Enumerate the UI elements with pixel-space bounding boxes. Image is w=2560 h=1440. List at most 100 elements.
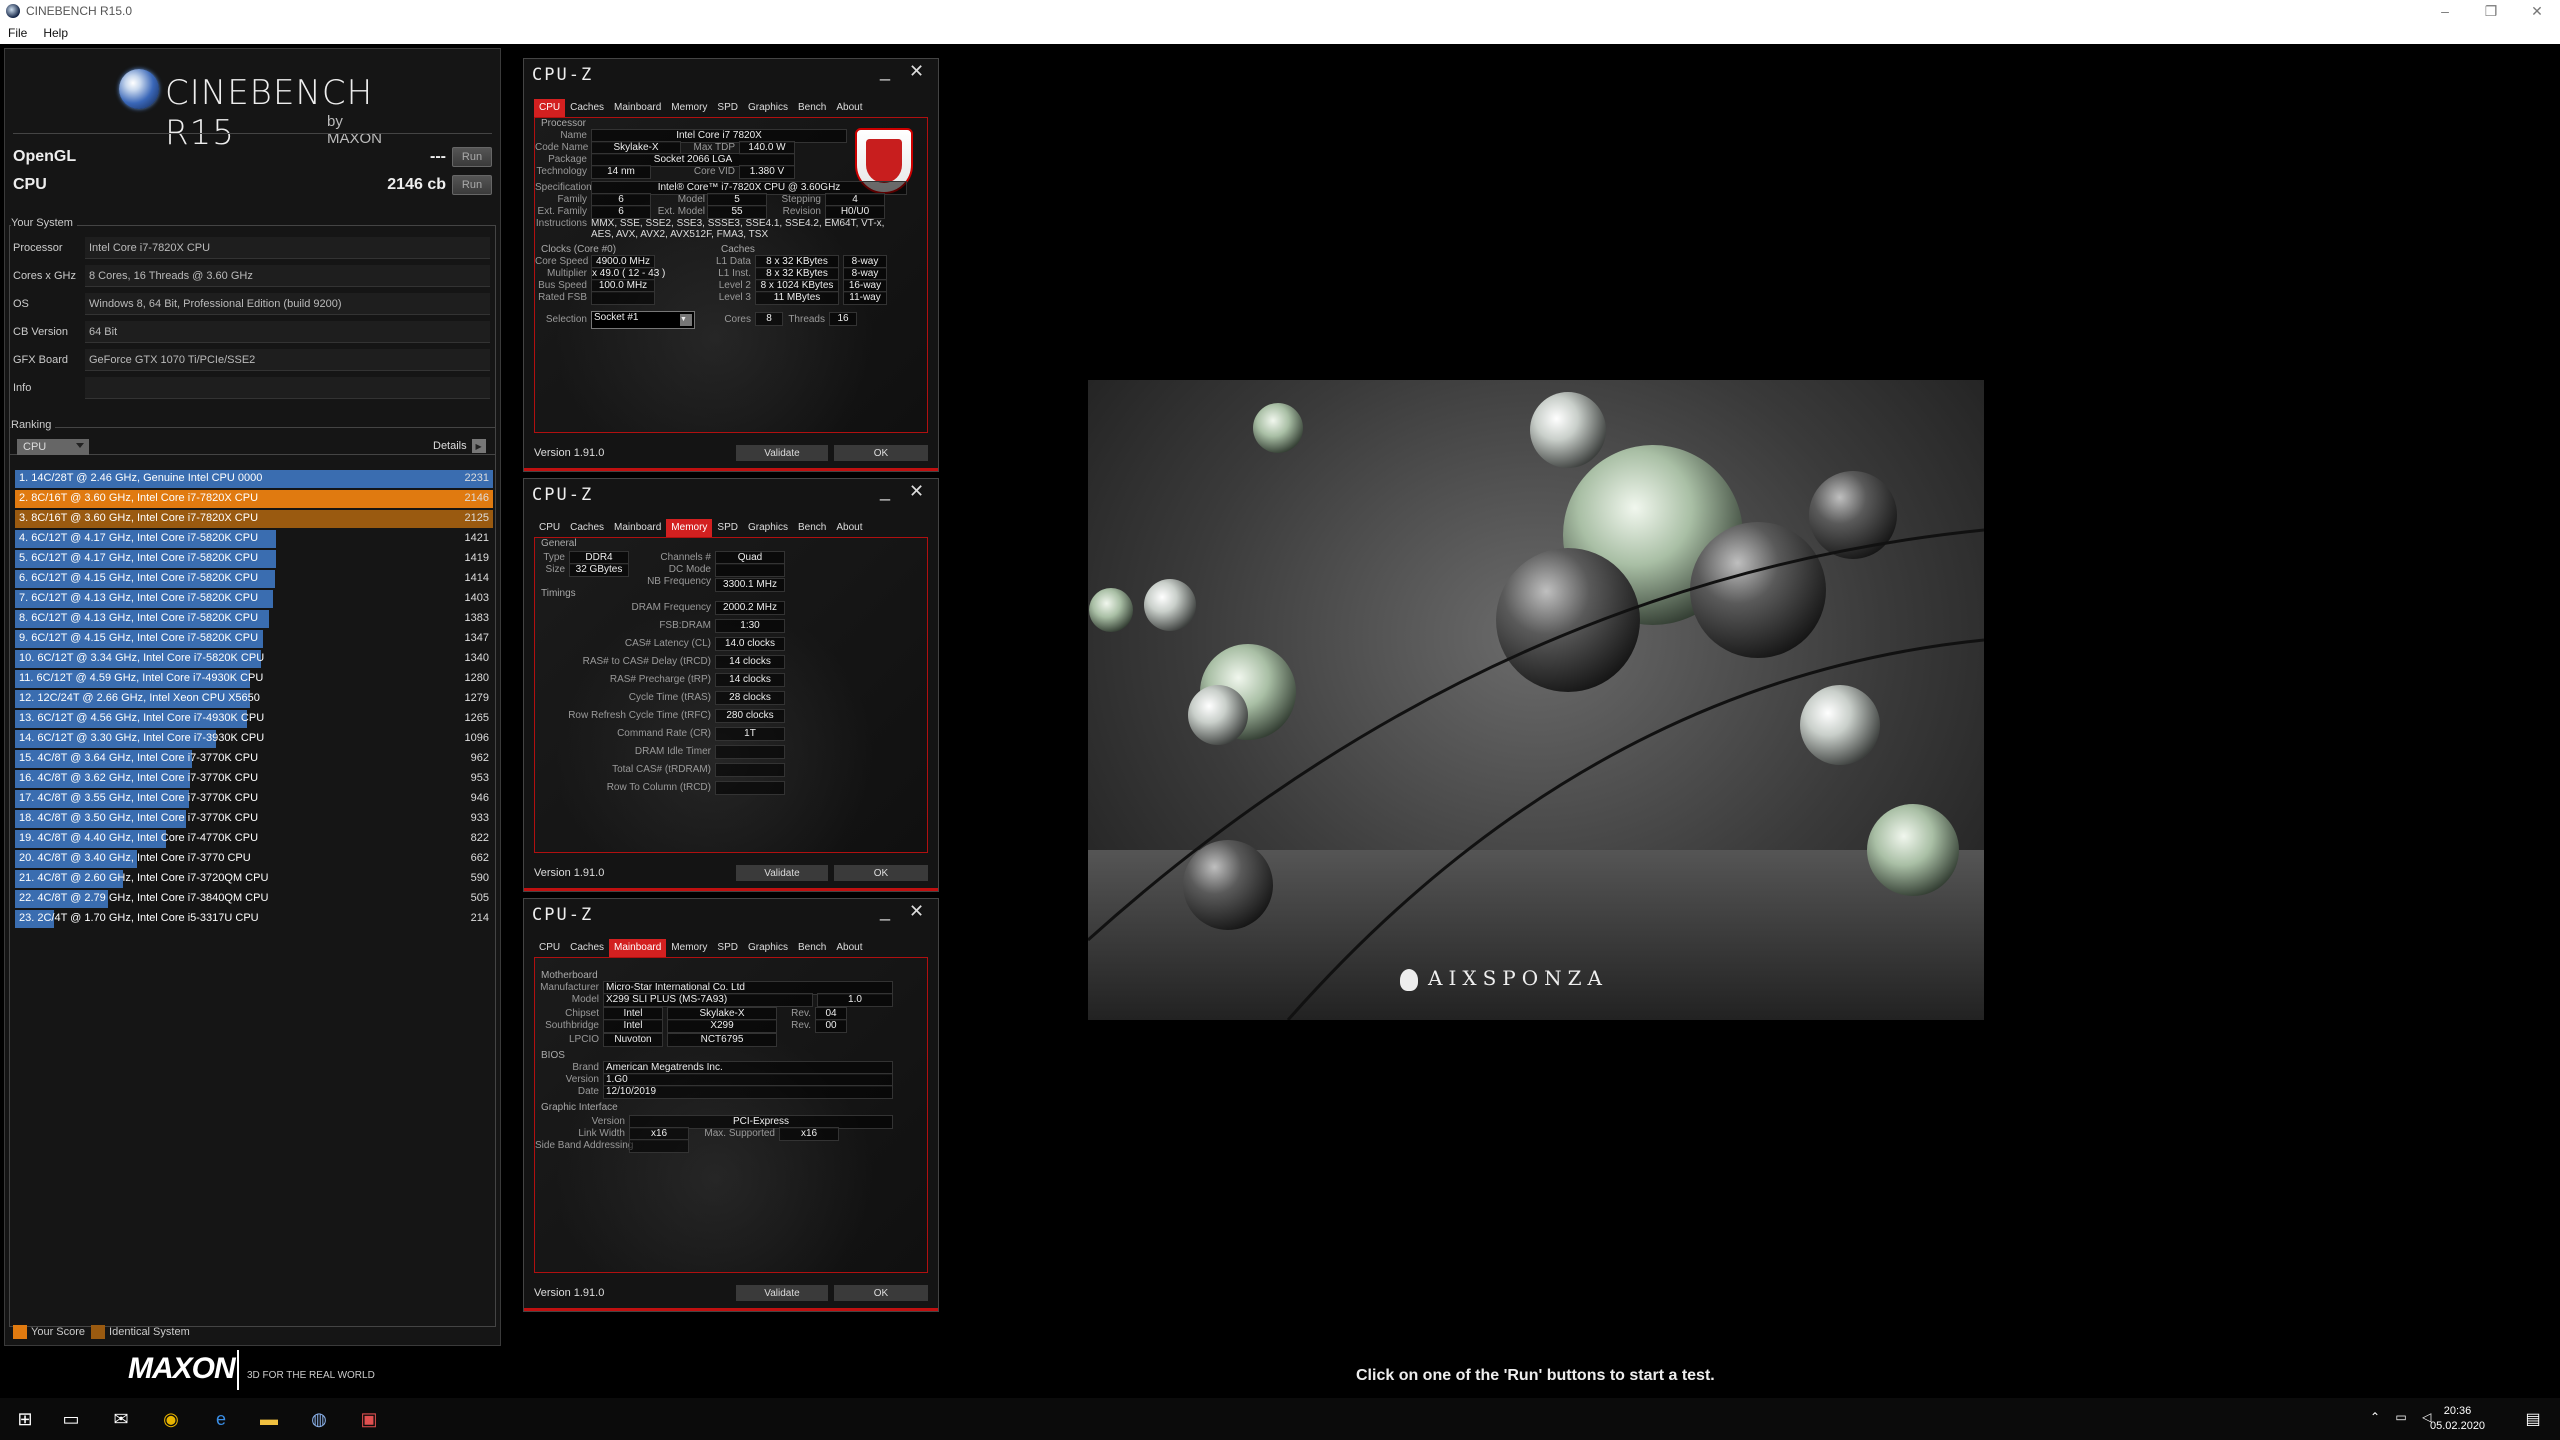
edge-icon[interactable]: e <box>208 1406 234 1432</box>
tab-cpu[interactable]: CPU <box>534 519 565 537</box>
tab-about[interactable]: About <box>831 939 867 957</box>
ranking-score: 2146 <box>464 492 489 504</box>
tab-bench[interactable]: Bench <box>793 519 831 537</box>
taskbar-clock[interactable]: 20:36 05.02.2020 <box>2430 1404 2485 1434</box>
task-view-icon[interactable]: ▭ <box>58 1406 84 1432</box>
validate-button[interactable]: Validate <box>736 1285 828 1301</box>
socket-select[interactable]: Socket #1 ▼ <box>591 311 695 329</box>
sys-value: GeForce GTX 1070 Ti/PCIe/SSE2 <box>85 349 490 371</box>
info-field[interactable] <box>85 377 490 399</box>
tab-caches[interactable]: Caches <box>565 939 609 957</box>
tab-graphics[interactable]: Graphics <box>743 99 793 117</box>
ranking-row[interactable]: 18. 4C/8T @ 3.50 GHz, Intel Core i7-3770… <box>15 809 495 829</box>
tab-memory[interactable]: Memory <box>666 519 713 537</box>
timing-label: Command Rate (CR) <box>617 728 711 739</box>
system-tray[interactable]: ⌃ ▭ ◁ <box>2370 1410 2437 1424</box>
chrome-icon[interactable]: ◉ <box>158 1406 184 1432</box>
ranking-row[interactable]: 17. 4C/8T @ 3.55 GHz, Intel Core i7-3770… <box>15 789 495 809</box>
notification-icon[interactable]: ▤ <box>2520 1406 2546 1432</box>
ranking-row[interactable]: 10. 6C/12T @ 3.34 GHz, Intel Core i7-582… <box>15 649 495 669</box>
tab-cpu[interactable]: CPU <box>534 99 566 117</box>
validate-button[interactable]: Validate <box>736 865 828 881</box>
restore-icon[interactable]: ❐ <box>2468 0 2514 22</box>
close-icon[interactable]: ✕ <box>909 61 924 82</box>
tab-graphics[interactable]: Graphics <box>743 939 793 957</box>
aixsponza-watermark: AIXSPONZA <box>1400 966 1608 991</box>
ranking-row[interactable]: 13. 6C/12T @ 4.56 GHz, Intel Core i7-493… <box>15 709 495 729</box>
ranking-row[interactable]: 1. 14C/28T @ 2.46 GHz, Genuine Intel CPU… <box>15 469 495 489</box>
label-channels: Channels # <box>660 552 711 563</box>
ranking-row[interactable]: 15. 4C/8T @ 3.64 GHz, Intel Core i7-3770… <box>15 749 495 769</box>
timing-value: 1:30 <box>715 619 785 633</box>
tab-caches[interactable]: Caches <box>565 99 609 117</box>
chevron-up-icon[interactable]: ⌃ <box>2370 1410 2386 1424</box>
ranking-row[interactable]: 20. 4C/8T @ 3.40 GHz, Intel Core i7-3770… <box>15 849 495 869</box>
tab-mainboard[interactable]: Mainboard <box>609 939 667 957</box>
ranking-row[interactable]: 5. 6C/12T @ 4.17 GHz, Intel Core i7-5820… <box>15 549 495 569</box>
minimize-icon[interactable]: _ <box>880 61 890 82</box>
tab-memory[interactable]: Memory <box>666 99 712 117</box>
ranking-select[interactable]: CPU <box>17 439 89 455</box>
tab-mainboard[interactable]: Mainboard <box>609 99 666 117</box>
ranking-row[interactable]: 6. 6C/12T @ 4.15 GHz, Intel Core i7-5820… <box>15 569 495 589</box>
ok-button[interactable]: OK <box>834 865 928 881</box>
ranking-row[interactable]: 21. 4C/8T @ 2.60 GHz, Intel Core i7-3720… <box>15 869 495 889</box>
ranking-row[interactable]: 16. 4C/8T @ 3.62 GHz, Intel Core i7-3770… <box>15 769 495 789</box>
mail-icon[interactable]: ✉ <box>108 1406 134 1432</box>
tab-spd[interactable]: SPD <box>712 939 743 957</box>
ranking-details-button[interactable]: Details ▶ <box>433 439 486 453</box>
close-icon[interactable]: ✕ <box>909 901 924 922</box>
ranking-row[interactable]: 3. 8C/16T @ 3.60 GHz, Intel Core i7-7820… <box>15 509 495 529</box>
tab-caches[interactable]: Caches <box>565 519 609 537</box>
tab-spd[interactable]: SPD <box>712 99 743 117</box>
ranking-row[interactable]: 23. 2C/4T @ 1.70 GHz, Intel Core i5-3317… <box>15 909 495 929</box>
ranking-row[interactable]: 19. 4C/8T @ 4.40 GHz, Intel Core i7-4770… <box>15 829 495 849</box>
ranking-label: 22. 4C/8T @ 2.79 GHz, Intel Core i7-3840… <box>19 892 269 904</box>
ranking-row[interactable]: 9. 6C/12T @ 4.15 GHz, Intel Core i7-5820… <box>15 629 495 649</box>
tab-about[interactable]: About <box>831 99 867 117</box>
ok-button[interactable]: OK <box>834 1285 928 1301</box>
ranking-score: 1414 <box>464 572 489 584</box>
ok-button[interactable]: OK <box>834 445 928 461</box>
tab-mainboard[interactable]: Mainboard <box>609 519 666 537</box>
ranking-row[interactable]: 22. 4C/8T @ 2.79 GHz, Intel Core i7-3840… <box>15 889 495 909</box>
close-icon[interactable]: ✕ <box>2514 0 2560 22</box>
validate-button[interactable]: Validate <box>736 445 828 461</box>
cpu-run-button[interactable]: Run <box>452 175 492 195</box>
minimize-icon[interactable]: – <box>2422 0 2468 22</box>
ranking-score: 962 <box>470 752 489 764</box>
label-name: Name <box>560 130 587 141</box>
ranking-score: 662 <box>470 852 489 864</box>
opengl-run-button[interactable]: Run <box>452 147 492 167</box>
tab-bench[interactable]: Bench <box>793 939 831 957</box>
minimize-icon[interactable]: _ <box>880 481 890 502</box>
ranking-row[interactable]: 11. 6C/12T @ 4.59 GHz, Intel Core i7-493… <box>15 669 495 689</box>
cinebench-taskbar-icon[interactable]: ◍ <box>306 1406 332 1432</box>
ranking-row[interactable]: 7. 6C/12T @ 4.13 GHz, Intel Core i7-5820… <box>15 589 495 609</box>
ranking-row[interactable]: 14. 6C/12T @ 3.30 GHz, Intel Core i7-393… <box>15 729 495 749</box>
ranking-row[interactable]: 4. 6C/12T @ 4.17 GHz, Intel Core i7-5820… <box>15 529 495 549</box>
tab-about[interactable]: About <box>831 519 867 537</box>
tab-cpu[interactable]: CPU <box>534 939 565 957</box>
tab-bench[interactable]: Bench <box>793 99 831 117</box>
tab-memory[interactable]: Memory <box>666 939 712 957</box>
timing-value: 14.0 clocks <box>715 637 785 651</box>
close-icon[interactable]: ✕ <box>909 481 924 502</box>
minimize-icon[interactable]: _ <box>880 901 890 922</box>
tab-graphics[interactable]: Graphics <box>743 519 793 537</box>
ranking-label: 16. 4C/8T @ 3.62 GHz, Intel Core i7-3770… <box>19 772 259 784</box>
cpuz-taskbar-icon[interactable]: ▣ <box>356 1406 382 1432</box>
ranking-row[interactable]: 8. 6C/12T @ 4.13 GHz, Intel Core i7-5820… <box>15 609 495 629</box>
menu-help[interactable]: Help <box>35 26 76 40</box>
legend-swatch-identical <box>91 1325 106 1339</box>
menu-file[interactable]: File <box>0 26 35 40</box>
ranking-row[interactable]: 2. 8C/16T @ 3.60 GHz, Intel Core i7-7820… <box>15 489 495 509</box>
window-controls: – ❐ ✕ <box>2422 0 2560 22</box>
ranking-label: 11. 6C/12T @ 4.59 GHz, Intel Core i7-493… <box>19 672 264 684</box>
tab-spd[interactable]: SPD <box>712 519 743 537</box>
start-windows-icon[interactable]: ⊞ <box>12 1406 38 1432</box>
network-icon[interactable]: ▭ <box>2395 1410 2412 1424</box>
ranking-row[interactable]: 12. 12C/24T @ 2.66 GHz, Intel Xeon CPU X… <box>15 689 495 709</box>
timing-value: 280 clocks <box>715 709 785 723</box>
file-explorer-icon[interactable]: ▬ <box>256 1406 282 1432</box>
